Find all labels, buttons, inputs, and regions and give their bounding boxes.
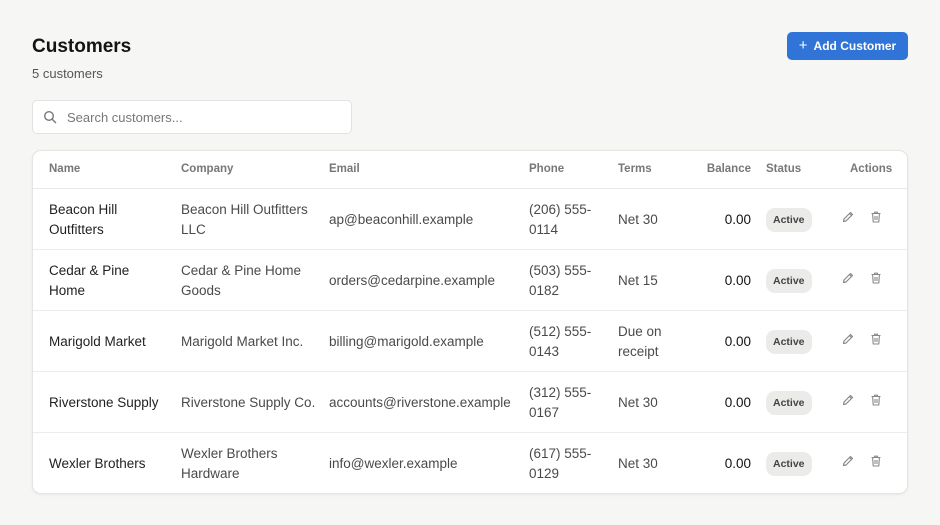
- column-header-balance: Balance: [706, 163, 751, 175]
- customer-name: Riverstone Supply: [49, 394, 159, 410]
- delete-button[interactable]: [869, 271, 883, 291]
- table-row: Wexler Brothers Wexler Brothers Hardware…: [33, 433, 907, 493]
- trash-icon: [869, 393, 883, 413]
- customer-count: 5 customers: [32, 66, 103, 81]
- customer-name: Beacon Hill Outfitters: [49, 201, 118, 237]
- customer-email: accounts@riverstone.example: [329, 394, 511, 410]
- table-row: Riverstone Supply Riverstone Supply Co. …: [33, 372, 907, 433]
- status-cell: Active: [766, 372, 826, 433]
- customer-company: Wexler Brothers Hardware: [181, 445, 278, 481]
- delete-button[interactable]: [869, 393, 883, 413]
- row-actions: [841, 250, 891, 311]
- customer-terms: Net 30: [618, 455, 658, 471]
- edit-button[interactable]: [841, 271, 855, 291]
- customer-company: Cedar & Pine Home Goods: [181, 262, 302, 298]
- add-customer-button[interactable]: + Add Customer: [787, 32, 908, 60]
- customer-email: ap@beaconhill.example: [329, 211, 474, 227]
- customer-company: Beacon Hill Outfitters LLC: [181, 201, 308, 237]
- customer-balance: 0.00: [724, 272, 751, 288]
- pencil-icon: [841, 210, 855, 230]
- column-header-email: Email: [329, 163, 360, 175]
- column-header-status: Status: [766, 163, 802, 175]
- customer-balance: 0.00: [724, 333, 751, 349]
- row-actions: [841, 372, 891, 433]
- table-header: Name Company Email Phone Terms Balance S…: [33, 151, 907, 189]
- status-cell: Active: [766, 433, 826, 493]
- customer-terms: Net 15: [618, 272, 658, 288]
- customer-name: Cedar & Pine Home: [49, 262, 130, 298]
- customer-company: Marigold Market Inc.: [181, 333, 304, 349]
- trash-icon: [869, 332, 883, 352]
- customer-phone: (206) 555-0114: [529, 201, 592, 237]
- customer-terms: Net 30: [618, 211, 658, 227]
- edit-button[interactable]: [841, 393, 855, 413]
- customer-name: Wexler Brothers: [49, 455, 146, 471]
- add-customer-label: Add Customer: [813, 39, 897, 53]
- status-cell: Active: [766, 189, 826, 250]
- delete-button[interactable]: [869, 454, 883, 474]
- table-row: Marigold Market Marigold Market Inc. bil…: [33, 311, 907, 372]
- edit-button[interactable]: [841, 210, 855, 230]
- row-actions: [841, 311, 891, 372]
- pencil-icon: [841, 332, 855, 352]
- customer-terms: Due on receipt: [618, 323, 662, 359]
- trash-icon: [869, 454, 883, 474]
- status-badge: Active: [766, 268, 812, 293]
- edit-button[interactable]: [841, 332, 855, 352]
- column-header-name: Name: [49, 163, 81, 175]
- pencil-icon: [841, 454, 855, 474]
- status-badge: Active: [766, 329, 812, 354]
- customers-table: Name Company Email Phone Terms Balance S…: [32, 150, 908, 494]
- row-actions: [841, 433, 891, 493]
- column-header-actions: Actions: [850, 163, 893, 175]
- customer-balance: 0.00: [724, 394, 751, 410]
- plus-icon: +: [798, 37, 808, 54]
- pencil-icon: [841, 271, 855, 291]
- status-badge: Active: [766, 451, 812, 476]
- search-icon: [33, 110, 67, 124]
- status-cell: Active: [766, 311, 826, 372]
- customer-email: orders@cedarpine.example: [329, 272, 496, 288]
- customer-balance: 0.00: [724, 455, 751, 471]
- pencil-icon: [841, 393, 855, 413]
- customer-email: info@wexler.example: [329, 455, 458, 471]
- search-input[interactable]: [67, 109, 337, 125]
- column-header-company: Company: [181, 163, 234, 175]
- trash-icon: [869, 271, 883, 291]
- customer-phone: (503) 555-0182: [529, 262, 592, 298]
- delete-button[interactable]: [869, 332, 883, 352]
- delete-button[interactable]: [869, 210, 883, 230]
- customer-phone: (312) 555-0167: [529, 384, 592, 420]
- customer-terms: Net 30: [618, 394, 658, 410]
- customer-email: billing@marigold.example: [329, 333, 484, 349]
- trash-icon: [869, 210, 883, 230]
- customer-phone: (512) 555-0143: [529, 323, 592, 359]
- table-row: Cedar & Pine Home Cedar & Pine Home Good…: [33, 250, 907, 311]
- status-cell: Active: [766, 250, 826, 311]
- customer-balance: 0.00: [724, 211, 751, 227]
- status-badge: Active: [766, 390, 812, 415]
- customer-name: Marigold Market: [49, 333, 146, 349]
- page-title: Customers: [32, 36, 132, 57]
- edit-button[interactable]: [841, 454, 855, 474]
- row-actions: [841, 189, 891, 250]
- search-box[interactable]: [32, 100, 352, 134]
- customer-company: Riverstone Supply Co.: [181, 394, 316, 410]
- customer-phone: (617) 555-0129: [529, 445, 592, 481]
- status-badge: Active: [766, 207, 812, 232]
- column-header-terms: Terms: [618, 163, 652, 175]
- column-header-phone: Phone: [529, 163, 565, 175]
- table-row: Beacon Hill Outfitters Beacon Hill Outfi…: [33, 189, 907, 250]
